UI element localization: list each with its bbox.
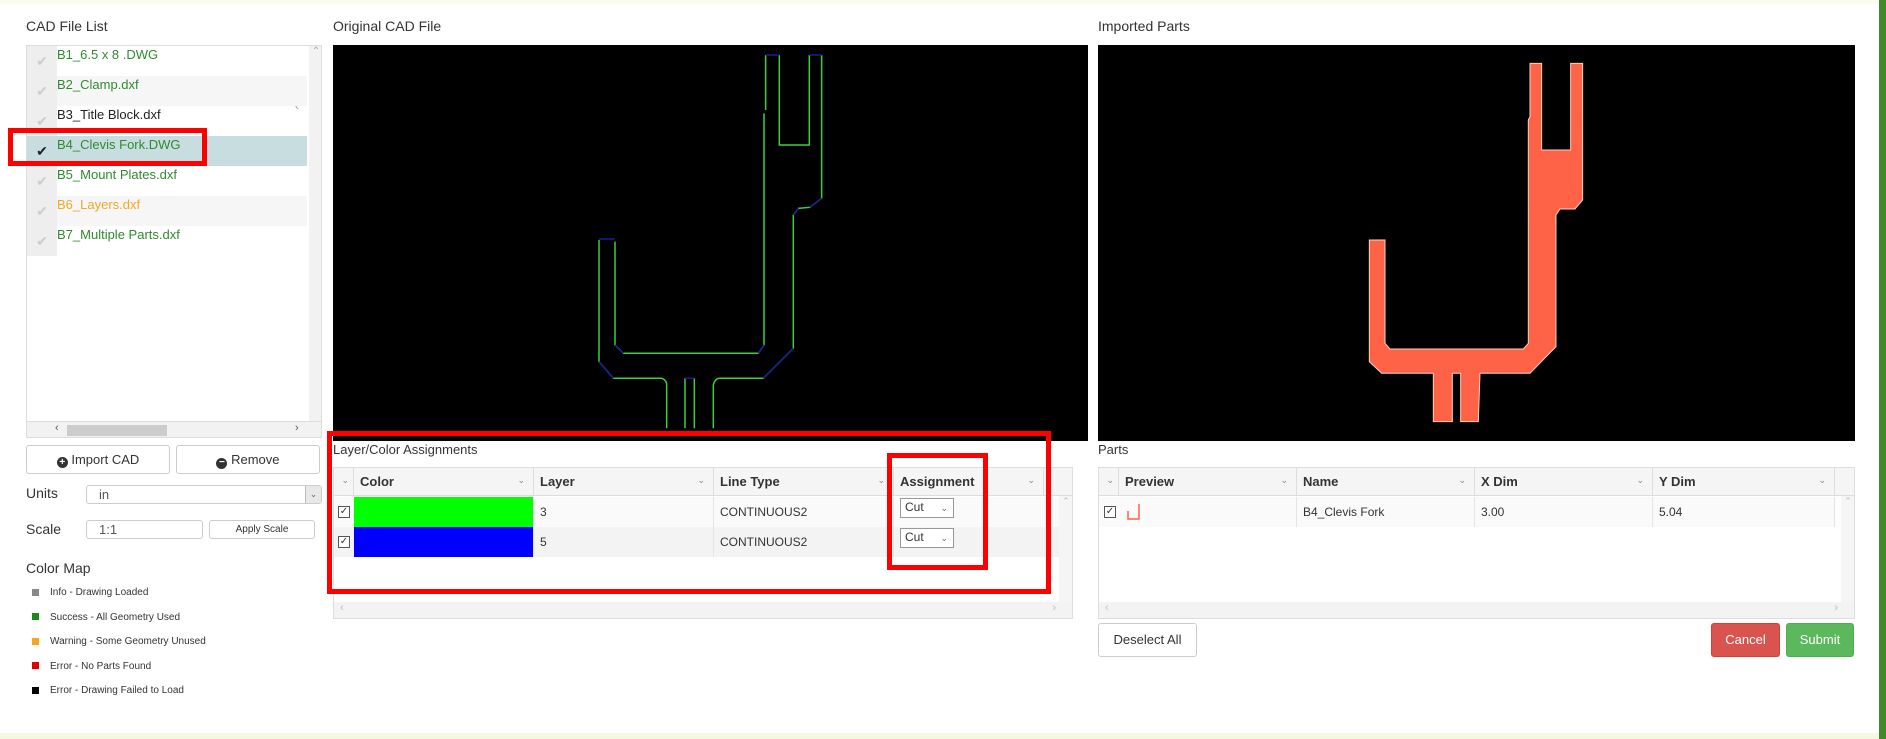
cad-drawing bbox=[598, 54, 823, 429]
file-name: B1_6.5 x 8 .DWG bbox=[57, 47, 159, 62]
scale-input[interactable]: 1:1 bbox=[86, 520, 203, 539]
scroll-up-icon[interactable]: ⌃ bbox=[312, 46, 320, 57]
remove-button[interactable]: − Remove bbox=[176, 445, 320, 474]
part-preview bbox=[1119, 497, 1297, 527]
color-swatch bbox=[32, 686, 39, 694]
parts-grid-header: ⌄ Preview ⌄ Name ⌄ X Dim ⌄ Y Dim ⌄ bbox=[1099, 468, 1854, 496]
column-header-x-dim[interactable]: X Dim ⌄ bbox=[1475, 468, 1653, 496]
cancel-button[interactable]: Cancel bbox=[1711, 623, 1780, 657]
units-value: in bbox=[99, 487, 110, 502]
color-map-item: Warning - Some Geometry Unused bbox=[32, 636, 206, 647]
color-swatch bbox=[32, 662, 39, 670]
window-bottom-border bbox=[0, 733, 1879, 739]
color-swatch bbox=[32, 588, 39, 596]
part-name: B4_Clevis Fork bbox=[1297, 497, 1475, 527]
color-map-label: Info - Drawing Loaded bbox=[50, 587, 149, 598]
color-map-item: Success - All Geometry Used bbox=[32, 612, 180, 623]
file-list-vertical-scrollbar[interactable]: ⌃ bbox=[309, 46, 321, 421]
color-map-item: Info - Drawing Loaded bbox=[32, 587, 148, 598]
checkmark-icon[interactable]: ✔ bbox=[27, 166, 57, 196]
chevron-down-icon: ⌄ bbox=[1636, 475, 1644, 485]
select-all-column[interactable]: ⌄ bbox=[1099, 468, 1119, 496]
checkmark-icon[interactable]: ✔ bbox=[27, 196, 57, 226]
original-cad-viewer[interactable] bbox=[333, 45, 1088, 441]
deselect-all-button[interactable]: Deselect All bbox=[1098, 623, 1197, 657]
window-top-border bbox=[0, 0, 1879, 4]
import-cad-label: Import CAD bbox=[71, 452, 140, 467]
checkmark-icon[interactable]: ✔ bbox=[27, 226, 57, 256]
cad-outline-layer-5 bbox=[598, 54, 823, 380]
highlight-selected-file bbox=[8, 128, 207, 166]
table-row[interactable]: ✓ B4_Clevis Fork 3.00 5.04 bbox=[1099, 497, 1835, 527]
color-map-label: Success - All Geometry Used bbox=[50, 611, 181, 623]
chevron-down-icon: ⌄ bbox=[1458, 475, 1466, 485]
part-y-dim: 5.04 bbox=[1653, 497, 1835, 527]
cad-file-list[interactable]: ⌃ ‹ › ‹ ✔ B1_6.5 x 8 .DWG ✔ B2_Clamp.dxf ✔ B3… bbox=[26, 45, 322, 438]
scrollbar-thumb[interactable] bbox=[67, 425, 167, 436]
units-select[interactable]: in ⌄ bbox=[86, 485, 322, 504]
window-right-border bbox=[1879, 0, 1886, 739]
units-label: Units bbox=[26, 485, 58, 501]
color-map-title: Color Map bbox=[26, 560, 91, 576]
color-swatch bbox=[32, 637, 39, 645]
layer-grid-horizontal-scrollbar[interactable]: ‹ › bbox=[334, 602, 1072, 618]
parts-title: Parts bbox=[1098, 442, 1129, 457]
color-map-label: Error - Drawing Failed to Load bbox=[50, 685, 184, 696]
submit-button[interactable]: Submit bbox=[1786, 623, 1854, 657]
column-header-name[interactable]: Name ⌄ bbox=[1297, 468, 1475, 496]
highlight-assignment-column bbox=[887, 453, 988, 570]
color-map-label: Warning - Some Geometry Unused bbox=[50, 636, 206, 647]
file-list-title: CAD File List bbox=[26, 18, 108, 34]
color-map-item: Error - Drawing Failed to Load bbox=[32, 685, 184, 696]
file-name: B2_Clamp.dxf bbox=[57, 77, 139, 92]
imported-part-clevis-fork bbox=[1368, 62, 1584, 423]
remove-label: Remove bbox=[231, 452, 280, 467]
row-checkbox[interactable]: ✓ bbox=[1104, 506, 1116, 518]
file-name: B7_Multiple Parts.dxf bbox=[57, 227, 180, 242]
scroll-left-icon[interactable]: ‹ bbox=[55, 422, 59, 434]
file-name: B6_Layers.dxf bbox=[57, 197, 141, 212]
layer-grid-vertical-scrollbar[interactable]: ⌃ bbox=[1059, 496, 1072, 603]
plus-circle-icon: + bbox=[56, 457, 68, 468]
color-map-item: Error - No Parts Found bbox=[32, 661, 151, 672]
scale-label: Scale bbox=[26, 521, 62, 537]
minus-circle-icon: − bbox=[216, 458, 228, 469]
color-map-label: Error - No Parts Found bbox=[50, 660, 152, 672]
file-name: B3_Title Block.dxf bbox=[57, 107, 161, 122]
part-x-dim: 3.00 bbox=[1475, 497, 1653, 527]
import-cad-button[interactable]: + Import CAD bbox=[26, 445, 170, 474]
chevron-down-icon[interactable]: ⌄ bbox=[305, 486, 321, 503]
chevron-down-icon: ⌄ bbox=[1818, 475, 1826, 485]
checkmark-icon[interactable]: ✔ bbox=[27, 76, 57, 106]
file-list-item[interactable]: ✔ B7_Multiple Parts.dxf bbox=[27, 226, 307, 256]
cad-outline-layer-3 bbox=[598, 54, 823, 429]
parts-grid-horizontal-scrollbar[interactable]: ‹ › bbox=[1099, 602, 1854, 618]
parts-grid-vertical-scrollbar[interactable]: ⌃ bbox=[1841, 496, 1854, 603]
column-header-y-dim[interactable]: Y Dim ⌄ bbox=[1653, 468, 1835, 496]
scroll-right-icon[interactable]: › bbox=[295, 422, 299, 434]
apply-scale-button[interactable]: Apply Scale bbox=[209, 520, 315, 539]
parts-grid: ⌄ Preview ⌄ Name ⌄ X Dim ⌄ Y Dim ⌄ ✓ B4_Clev… bbox=[1098, 467, 1855, 619]
column-header-preview[interactable]: Preview ⌄ bbox=[1119, 468, 1297, 496]
imported-parts-title: Imported Parts bbox=[1098, 18, 1190, 34]
original-cad-title: Original CAD File bbox=[333, 18, 442, 34]
checkmark-icon[interactable]: ✔ bbox=[27, 46, 57, 76]
color-swatch bbox=[32, 613, 39, 621]
chevron-down-icon: ⌄ bbox=[1280, 475, 1288, 485]
part-preview-icon bbox=[1127, 504, 1140, 520]
imported-parts-viewer[interactable] bbox=[1098, 45, 1855, 441]
parts-drawing bbox=[1368, 62, 1584, 423]
file-list-horizontal-scrollbar[interactable]: ‹ › bbox=[27, 421, 321, 437]
